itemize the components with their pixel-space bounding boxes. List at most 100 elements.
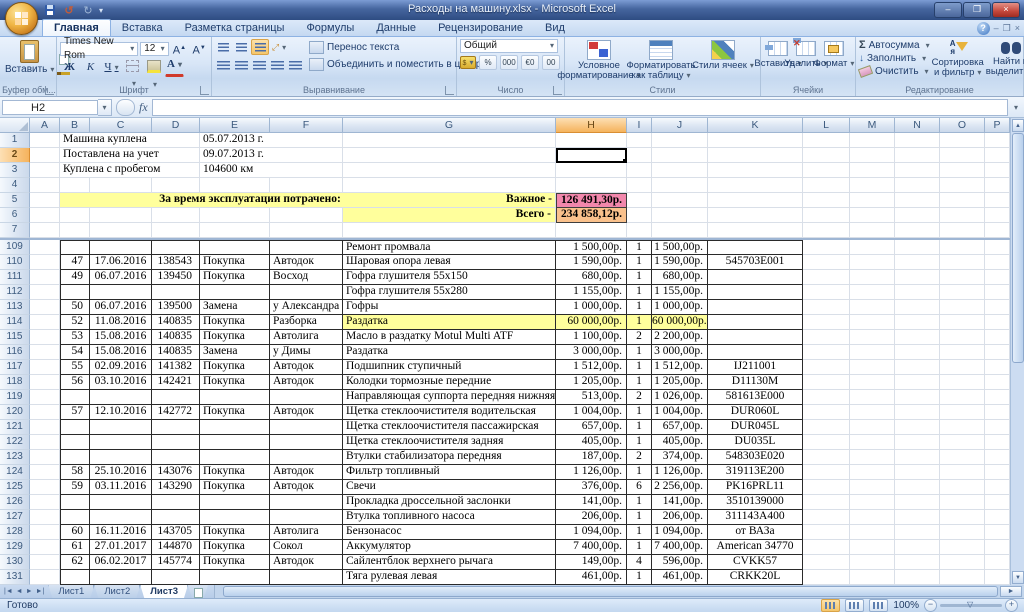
cell[interactable] xyxy=(850,510,895,525)
font-color-button[interactable]: А xyxy=(165,58,184,77)
cell[interactable] xyxy=(60,178,90,193)
cell[interactable] xyxy=(985,178,1010,193)
cell-I131[interactable]: 1 xyxy=(627,570,652,585)
row-header-127[interactable]: 127 xyxy=(0,510,30,525)
cell[interactable] xyxy=(895,133,940,148)
cell-G118[interactable]: Колодки тормозные передние xyxy=(343,375,556,390)
font-dialog-launcher[interactable] xyxy=(200,86,209,95)
cell[interactable] xyxy=(803,133,850,148)
cell-I129[interactable]: 1 xyxy=(627,540,652,555)
cell-B111[interactable]: 49 xyxy=(60,270,90,285)
cell[interactable] xyxy=(940,390,985,405)
cell[interactable] xyxy=(708,148,803,163)
cell[interactable] xyxy=(940,450,985,465)
cell-D115[interactable]: 140835 xyxy=(152,330,200,345)
cell[interactable] xyxy=(850,300,895,315)
cell[interactable] xyxy=(850,133,895,148)
cell-styles-button[interactable]: Стили ячеек xyxy=(692,39,754,84)
ribbon-tab-Рецензирование[interactable]: Рецензирование xyxy=(427,20,534,36)
cell-G126[interactable]: Прокладка дроссельной заслонки xyxy=(343,495,556,510)
cell[interactable] xyxy=(895,495,940,510)
cell-B118[interactable]: 56 xyxy=(60,375,90,390)
cell[interactable] xyxy=(895,148,940,163)
column-header-P[interactable]: P xyxy=(985,118,1010,133)
cell[interactable] xyxy=(940,420,985,435)
cell-I120[interactable]: 1 xyxy=(627,405,652,420)
cell-G127[interactable]: Втулка топливного насоса xyxy=(343,510,556,525)
office-button[interactable] xyxy=(5,2,38,35)
cell[interactable] xyxy=(940,208,985,223)
ribbon-tab-Вид[interactable]: Вид xyxy=(534,20,576,36)
cell-J130[interactable]: 596,00р. xyxy=(652,555,708,570)
cell-B121[interactable] xyxy=(60,420,90,435)
cell[interactable] xyxy=(803,148,850,163)
cell-C131[interactable] xyxy=(90,570,152,585)
cell-C127[interactable] xyxy=(90,510,152,525)
paste-button[interactable]: Вставить xyxy=(5,39,54,80)
cell[interactable] xyxy=(152,208,200,223)
cell-B109[interactable] xyxy=(60,240,90,255)
row-header-1[interactable]: 1 xyxy=(0,133,30,148)
cell-D130[interactable]: 145774 xyxy=(152,555,200,570)
cell[interactable] xyxy=(30,223,60,238)
cell-D119[interactable] xyxy=(152,390,200,405)
cell[interactable] xyxy=(30,240,60,255)
workbook-close-button[interactable]: × xyxy=(1015,22,1020,35)
cell-D113[interactable]: 139500 xyxy=(152,300,200,315)
cell[interactable] xyxy=(343,178,556,193)
cell-K127[interactable]: 311143A400 xyxy=(708,510,803,525)
cell-J129[interactable]: 7 400,00р. xyxy=(652,540,708,555)
cell-F120[interactable]: Автодок xyxy=(270,405,343,420)
cell-B110[interactable]: 47 xyxy=(60,255,90,270)
cell-H129[interactable]: 7 400,00р. xyxy=(556,540,627,555)
cell-E112[interactable] xyxy=(200,285,270,300)
cell[interactable] xyxy=(895,270,940,285)
cell[interactable] xyxy=(850,390,895,405)
cell[interactable] xyxy=(940,405,985,420)
first-sheet-button[interactable]: |◄ xyxy=(4,588,13,595)
cell[interactable] xyxy=(30,345,60,360)
cell-B124[interactable]: 58 xyxy=(60,465,90,480)
cell-J123[interactable]: 374,00р. xyxy=(652,450,708,465)
cell-G117[interactable]: Подшипник ступичный xyxy=(343,360,556,375)
row-header-117[interactable]: 117 xyxy=(0,360,30,375)
row-header-126[interactable]: 126 xyxy=(0,495,30,510)
cell[interactable] xyxy=(803,510,850,525)
cell-D125[interactable]: 143290 xyxy=(152,480,200,495)
cell-E119[interactable] xyxy=(200,390,270,405)
cell-C115[interactable]: 15.08.2016 xyxy=(90,330,152,345)
cell[interactable] xyxy=(895,208,940,223)
cell[interactable] xyxy=(343,223,556,238)
cell-K120[interactable]: DUR060L xyxy=(708,405,803,420)
cell[interactable] xyxy=(940,570,985,585)
row-header-114[interactable]: 114 xyxy=(0,315,30,330)
cell-I127[interactable]: 1 xyxy=(627,510,652,525)
cell[interactable] xyxy=(850,435,895,450)
cell[interactable] xyxy=(708,178,803,193)
cell[interactable] xyxy=(627,133,652,148)
cell[interactable] xyxy=(940,540,985,555)
cell[interactable] xyxy=(30,163,60,178)
cell[interactable] xyxy=(895,330,940,345)
cell[interactable] xyxy=(940,193,985,208)
formula-input[interactable] xyxy=(152,99,1008,116)
number-format-select[interactable]: Общий xyxy=(460,39,558,53)
cell[interactable] xyxy=(850,450,895,465)
cell[interactable] xyxy=(895,315,940,330)
cell-B125[interactable]: 59 xyxy=(60,480,90,495)
cell[interactable] xyxy=(803,300,850,315)
cell-E131[interactable] xyxy=(200,570,270,585)
cell[interactable] xyxy=(30,405,60,420)
cell-D120[interactable]: 142772 xyxy=(152,405,200,420)
cell-H116[interactable]: 3 000,00р. xyxy=(556,345,627,360)
cell[interactable] xyxy=(803,390,850,405)
cell[interactable] xyxy=(985,525,1010,540)
cell-B128[interactable]: 60 xyxy=(60,525,90,540)
decrease-indent-button[interactable] xyxy=(269,58,285,72)
increase-decimal-button[interactable]: €0 xyxy=(521,55,539,70)
column-header-A[interactable]: A xyxy=(30,118,60,133)
borders-button[interactable] xyxy=(123,59,142,76)
cell[interactable] xyxy=(850,555,895,570)
cell-H112[interactable]: 1 155,00р. xyxy=(556,285,627,300)
column-header-G[interactable]: G xyxy=(343,118,556,133)
